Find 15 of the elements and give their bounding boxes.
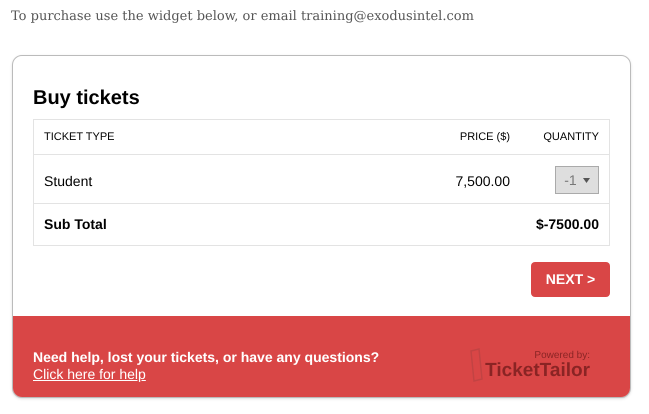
powered-by-text: Powered by: (534, 350, 590, 360)
help-link[interactable]: Click here for help (33, 366, 380, 383)
price-cell-text: 7,500.00 (454, 172, 510, 191)
intro-text: To purchase use the widget below, or email training@exodusintel.com (11, 8, 474, 26)
column-header: TICKET TYPE (43, 130, 116, 145)
help-question: Need help, lost your tickets, or have any questions? (33, 349, 380, 366)
next-button[interactable]: NEXT > (531, 262, 610, 297)
column-header: PRICE ($) (458, 130, 510, 145)
widget-title: Buy tickets (33, 86, 141, 110)
ticket-type-cell-text: Student (43, 172, 94, 191)
brand-name: TicketTailor (485, 360, 590, 380)
caret-icon (582, 178, 590, 182)
subtotal-label: Sub Total (43, 215, 108, 234)
column-header: QUANTITY (542, 130, 600, 145)
subtotal-value: $-7500.00 (536, 215, 600, 234)
